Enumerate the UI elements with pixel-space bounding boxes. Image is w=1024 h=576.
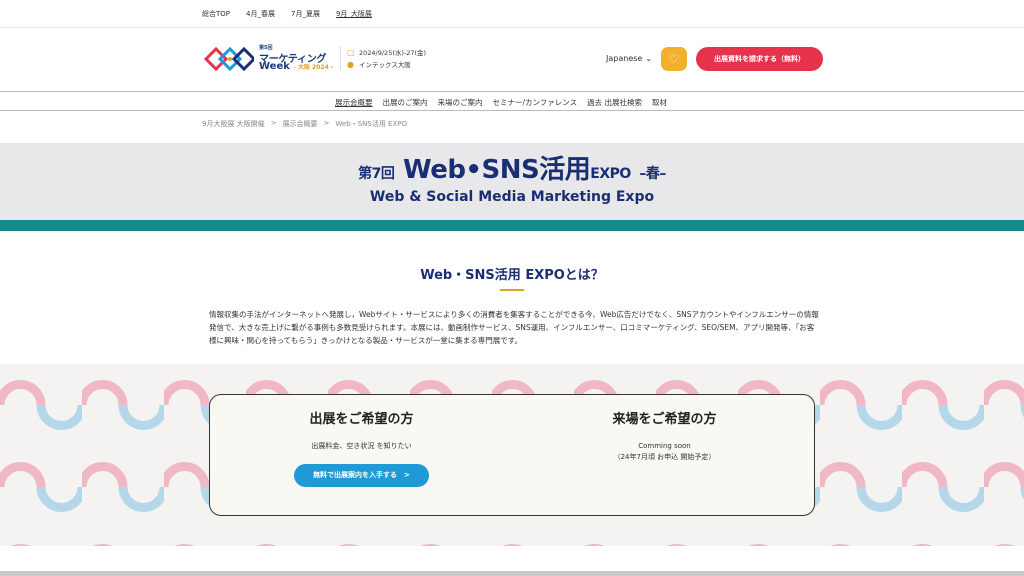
- request-materials-button[interactable]: 出展資料を請求する（無料）: [696, 47, 823, 71]
- visit-title: 来場をご希望の方: [612, 412, 717, 427]
- favorite-button[interactable]: ♡: [661, 47, 687, 71]
- chevron-down-icon: ⌄: [645, 54, 653, 63]
- hero-season: –春–: [639, 166, 666, 182]
- breadcrumb-current: Web・SNS活用 EXPO: [335, 120, 407, 128]
- visit-coming-soon: Comming soon: [638, 442, 691, 450]
- toplink-top[interactable]: 総合TOP: [202, 9, 230, 19]
- cta-panel: 出展をご希望の方 出展料金、空き状況 を知りたい 無料で出展案内を入手する > …: [209, 394, 815, 516]
- hero-divider: [0, 220, 1024, 231]
- visit-schedule-note: （24年7月頃 お申込 開始予定）: [613, 453, 716, 461]
- top-links-bar: 総合TOP 4月_春展 7月_夏展 9月_大阪展: [0, 0, 1024, 28]
- nav-item-exhibit[interactable]: 出展のご案内: [383, 97, 428, 108]
- calendar-icon: ▢: [347, 47, 355, 57]
- about-description: 情報収集の手法がインターネットへ発展し，Webサイト・サービスにより多くの消費者…: [209, 310, 819, 345]
- breadcrumb-separator: >: [270, 119, 277, 127]
- heart-icon: ♡: [668, 52, 680, 66]
- breadcrumb-overview[interactable]: 展示会概要: [283, 119, 318, 129]
- nav-item-past-exhibitors[interactable]: 過去 出展社検索: [587, 97, 642, 108]
- main-nav: 展示会概要 出展のご案内 来場のご案内 セミナー/カンファレンス 過去 出展社検…: [0, 91, 1024, 111]
- language-label: Japanese: [606, 54, 643, 63]
- page-bottom: [0, 546, 1024, 576]
- logo-region: - 大阪 2024 -: [293, 64, 334, 71]
- heading-underline: [500, 289, 524, 291]
- exhibit-title: 出展をご希望の方: [309, 412, 414, 427]
- site-header: 第5回 マーケティング Week - 大阪 2024 - ▢ 2024/9/25(…: [0, 28, 1024, 90]
- exhibit-description: 出展料金、空き状況 を知りたい: [311, 442, 412, 450]
- hero-edition: 第7回: [358, 166, 395, 182]
- about-heading: Web・SNS活用 EXPOとは？: [420, 268, 604, 283]
- logo-week-text: Week: [259, 61, 290, 72]
- get-exhibit-guide-button[interactable]: 無料で出展案内を入手する >: [294, 464, 429, 487]
- page-title: 第7回 Web•SNS活用EXPO –春–: [0, 149, 1024, 186]
- logo-week: Week - 大阪 2024 -: [259, 61, 333, 72]
- event-date: 2024/9/25(水)-27(金): [359, 49, 427, 57]
- logo-mark-icon: [204, 46, 254, 72]
- event-venue: インテックス大阪: [359, 61, 411, 69]
- toplink-april[interactable]: 4月_春展: [246, 9, 275, 19]
- nav-item-press[interactable]: 取材: [652, 97, 667, 108]
- exhibit-section: 出展をご希望の方 出展料金、空き状況 を知りたい 無料で出展案内を入手する >: [210, 395, 513, 517]
- hero-subtitle: Web & Social Media Marketing Expo: [369, 189, 655, 205]
- breadcrumb: 9月大阪展 大阪開催 > 展示会概要 > Web・SNS活用 EXPO: [202, 119, 407, 129]
- visit-description: Comming soon （24年7月頃 お申込 開始予定）: [513, 441, 816, 463]
- event-info: ▢ 2024/9/25(水)-27(金) ● インテックス大阪: [340, 46, 426, 70]
- nav-item-overview[interactable]: 展示会概要: [335, 97, 373, 108]
- site-logo[interactable]: 第5回 マーケティング Week - 大阪 2024 -: [204, 44, 334, 74]
- toplink-september[interactable]: 9月_大阪展: [336, 9, 372, 19]
- nav-item-visit[interactable]: 来場のご案内: [438, 97, 483, 108]
- breadcrumb-separator: >: [323, 119, 330, 127]
- location-pin-icon: ●: [347, 59, 354, 69]
- language-selector[interactable]: Japanese ⌄: [606, 54, 652, 63]
- nav-item-seminar[interactable]: セミナー/カンファレンス: [493, 97, 578, 108]
- hero-expo: EXPO: [590, 166, 631, 182]
- horizontal-scrollbar[interactable]: [0, 571, 1024, 576]
- hero-title: Web•SNS活用: [402, 155, 591, 185]
- toplink-july[interactable]: 7月_夏展: [291, 9, 320, 19]
- hero-banner: 第7回 Web•SNS活用EXPO –春– Web & Social Media…: [0, 143, 1024, 220]
- visit-section: 来場をご希望の方 Comming soon （24年7月頃 お申込 開始予定）: [513, 395, 816, 517]
- breadcrumb-home[interactable]: 9月大阪展 大阪開催: [202, 119, 265, 129]
